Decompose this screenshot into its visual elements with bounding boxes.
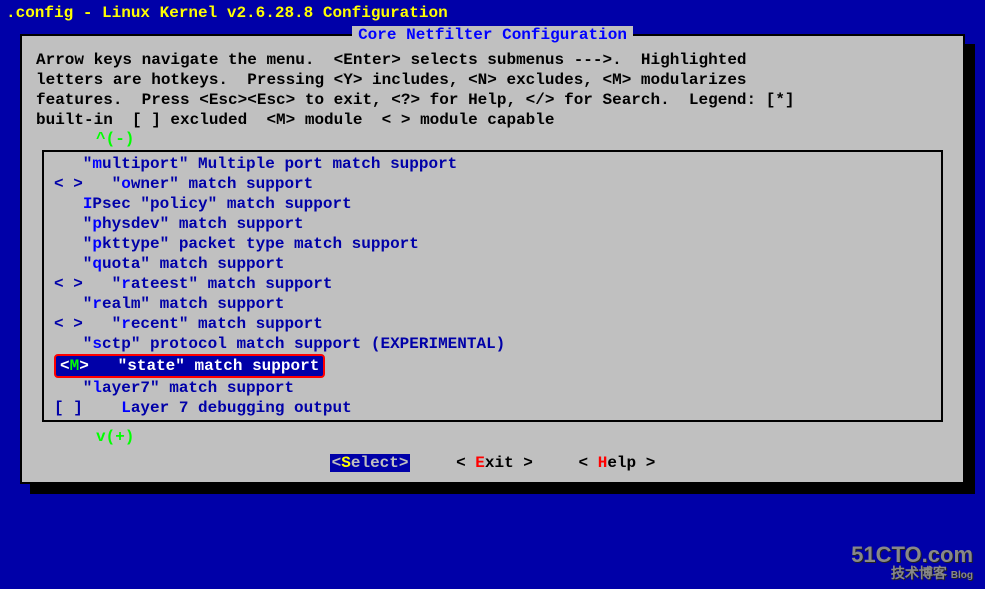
option-list[interactable]: "multiport" Multiple port match support<… [42,150,943,422]
help-button[interactable]: < Help > [579,454,656,472]
option-item[interactable]: "layer7" match support [54,378,931,398]
window-title: .config - Linux Kernel v2.6.28.8 Configu… [0,0,985,26]
button-row: <Select> < Exit > < Help > [36,454,949,472]
option-item[interactable]: < > "owner" match support [54,174,931,194]
dialog-title: Core Netfilter Configuration [36,26,949,44]
option-item[interactable]: "realm" match support [54,294,931,314]
option-item[interactable]: "sctp" protocol match support (EXPERIMEN… [54,334,931,354]
option-item[interactable]: [ ] Layer 7 debugging output [54,398,931,418]
watermark: 51CTO.com 技术博客 Blog [851,544,973,581]
option-state-selected[interactable]: <M> "state" match support [54,354,931,378]
option-item[interactable]: < > "recent" match support [54,314,931,334]
exit-button[interactable]: < Exit > [456,454,533,472]
select-button[interactable]: <Select> [330,454,411,472]
option-item[interactable]: < > "rateest" match support [54,274,931,294]
menuconfig-dialog: Core Netfilter Configuration Arrow keys … [20,34,965,484]
option-item[interactable]: "quota" match support [54,254,931,274]
option-item[interactable]: "physdev" match support [54,214,931,234]
help-text: Arrow keys navigate the menu. <Enter> se… [36,50,949,130]
option-item[interactable]: "multiport" Multiple port match support [54,154,931,174]
scroll-up-indicator: ^(-) [96,130,949,148]
option-item[interactable]: IPsec "policy" match support [54,194,931,214]
option-item[interactable]: "pkttype" packet type match support [54,234,931,254]
scroll-down-indicator: v(+) [96,428,949,446]
